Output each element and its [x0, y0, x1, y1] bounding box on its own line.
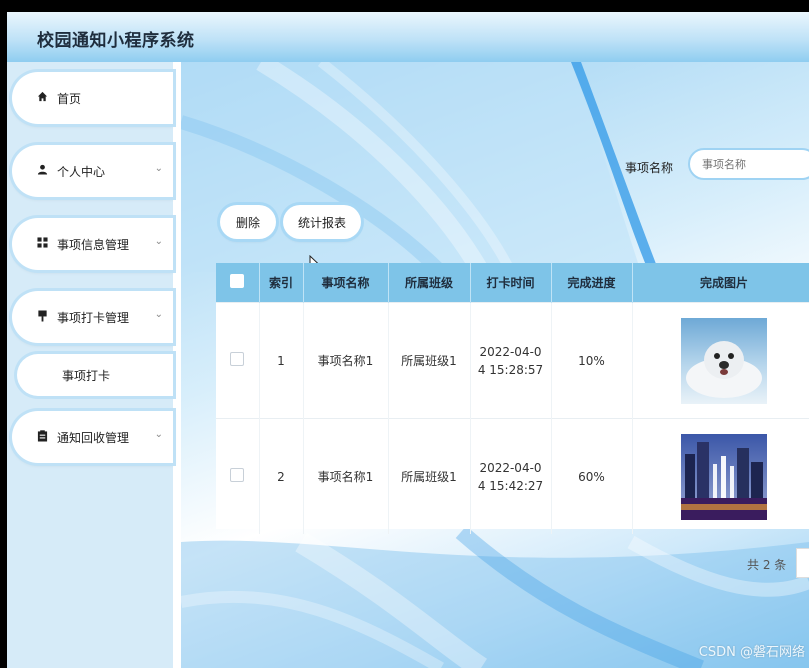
cell-progress: 10%: [551, 302, 633, 419]
row-checkbox[interactable]: [230, 468, 245, 482]
main-content: 事项名称 删除 统计报表 索引 事项名称 所属班级 打卡时间: [181, 62, 809, 668]
pagination-total: 共 2 条: [747, 558, 787, 572]
cell-index: 2: [259, 418, 304, 534]
delete-button[interactable]: 删除: [220, 205, 276, 239]
sidebar-item-label: 通知回收管理: [57, 430, 130, 445]
sidebar-subitem-label: 事项打卡: [62, 368, 111, 383]
row-checkbox[interactable]: [230, 352, 245, 366]
sidebar-item-label: 个人中心: [57, 164, 106, 179]
row-select-cell[interactable]: [216, 302, 260, 419]
sidebar-item-notice-recycle[interactable]: 通知回收管理 ⌄: [12, 411, 173, 463]
grid-icon: [35, 237, 49, 251]
app-title: 校园通知小程序系统: [37, 31, 195, 51]
column-header-index: 索引: [259, 263, 304, 303]
cell-class: 所属班级1: [388, 418, 471, 534]
table-row[interactable]: 1 事项名称1 所属班级1 2022-04-0 4 15:28:57 10%: [216, 302, 809, 419]
column-header-class: 所属班级: [388, 263, 471, 303]
cell-time-line2: 4 15:28:57: [477, 362, 544, 377]
cell-name: 事项名称1: [303, 418, 389, 534]
table-header-row: 索引 事项名称 所属班级 打卡时间 完成进度 完成图片: [216, 263, 809, 303]
sidebar-item-personal-center[interactable]: 个人中心 ⌄: [12, 145, 173, 197]
data-table: 索引 事项名称 所属班级 打卡时间 完成进度 完成图片 1 事项名称1 所属班级…: [216, 263, 809, 534]
cell-time-line1: 2022-04-0: [479, 344, 542, 359]
select-all-checkbox[interactable]: [230, 274, 245, 288]
sidebar-item-item-checkin[interactable]: 事项打卡管理 ⌄: [12, 291, 173, 343]
window-top-bar: [0, 0, 809, 12]
sidebar-subitem-checkin[interactable]: 事项打卡: [17, 354, 173, 396]
pin-icon: [35, 310, 49, 325]
row-select-cell[interactable]: [216, 418, 260, 534]
report-button[interactable]: 统计报表: [283, 205, 361, 239]
sidebar: 首页 个人中心 ⌄ 事项信息管理 ⌄ 事项打卡管理 ⌄ 事项打卡 通知回收管理 …: [7, 62, 173, 668]
cell-time: 2022-04-0 4 15:28:57: [470, 302, 552, 419]
chevron-down-icon: ⌄: [154, 309, 163, 320]
column-header-name: 事项名称: [303, 263, 389, 303]
sidebar-item-label: 事项打卡管理: [57, 310, 130, 325]
cell-index: 1: [259, 302, 304, 419]
seal-photo[interactable]: [681, 317, 767, 404]
cell-time: 2022-04-0 4 15:42:27: [470, 418, 552, 534]
cell-class: 所属班级1: [388, 302, 471, 419]
cell-image: [632, 418, 809, 534]
sidebar-item-home[interactable]: 首页: [12, 72, 173, 124]
column-header-time: 打卡时间: [470, 263, 552, 303]
sidebar-item-label: 首页: [57, 91, 82, 106]
cell-progress: 60%: [551, 418, 633, 534]
cell-time-line1: 2022-04-0: [479, 460, 542, 475]
chevron-down-icon: ⌄: [154, 163, 163, 174]
sidebar-item-label: 事项信息管理: [57, 237, 130, 252]
city-fountain-photo[interactable]: [681, 433, 767, 520]
watermark: CSDN @磐石网络: [698, 645, 805, 660]
cell-time-line2: 4 15:42:27: [477, 478, 544, 493]
app-frame: 校园通知小程序系统 首页 个人中心 ⌄ 事项信息管理 ⌄ 事项打卡管理 ⌄ 事项…: [7, 12, 809, 668]
select-all-cell[interactable]: [216, 263, 260, 303]
table-row[interactable]: 2 事项名称1 所属班级1 2022-04-0 4 15:42:27 60%: [216, 418, 809, 534]
page-size-select[interactable]: [796, 548, 809, 578]
column-header-image: 完成图片: [632, 263, 809, 303]
search-input[interactable]: [688, 148, 809, 180]
cell-image: [632, 302, 809, 419]
cell-name: 事项名称1: [303, 302, 389, 419]
column-header-progress: 完成进度: [551, 263, 633, 303]
user-icon: [35, 164, 49, 178]
clipboard-icon: [35, 429, 49, 445]
app-header: 校园通知小程序系统: [7, 12, 809, 62]
sidebar-item-item-info[interactable]: 事项信息管理 ⌄: [12, 218, 173, 270]
chevron-down-icon: ⌄: [154, 429, 163, 440]
home-icon: [35, 91, 49, 105]
search-label: 事项名称: [625, 161, 674, 175]
chevron-down-icon: ⌄: [154, 236, 163, 247]
